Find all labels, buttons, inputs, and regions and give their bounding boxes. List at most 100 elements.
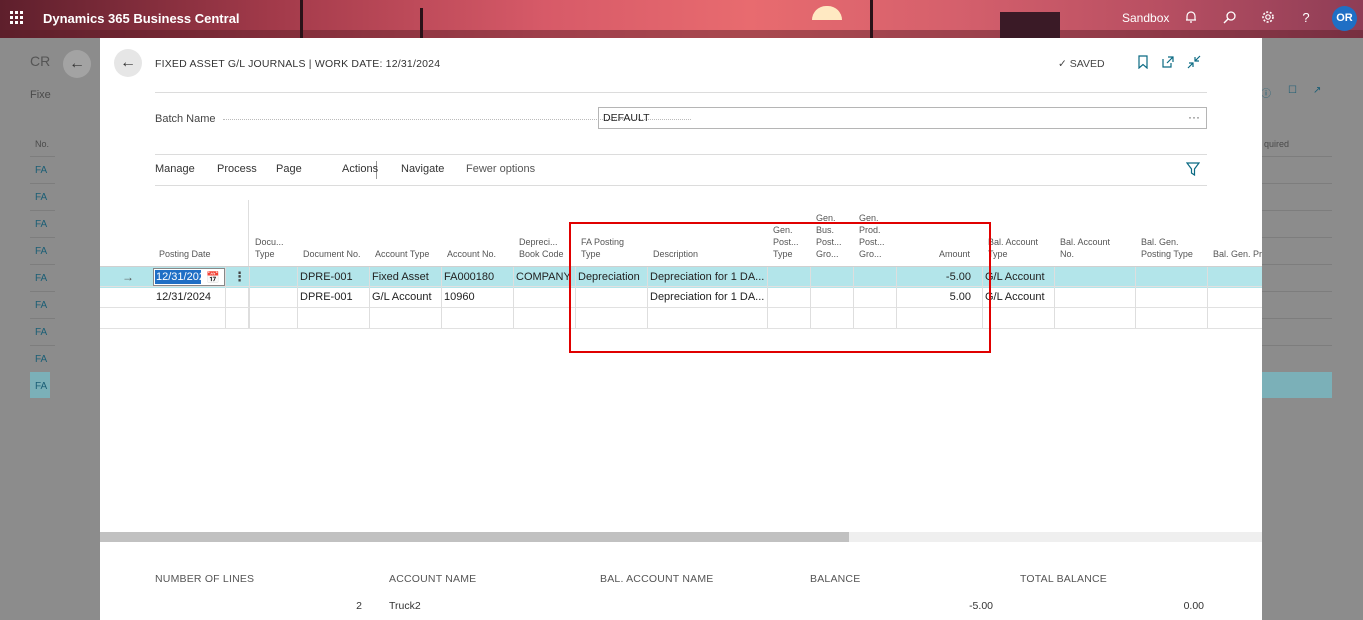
grid-divider — [297, 267, 298, 328]
header-background-palm — [870, 0, 873, 38]
account-name-label: ACCOUNT NAME — [389, 573, 477, 585]
actions-divider-bottom — [155, 185, 1207, 186]
column-header-document-no[interactable]: Document No. — [303, 248, 361, 260]
cell-account-type[interactable]: Fixed Asset — [369, 267, 441, 288]
batch-name-label: Batch Name — [155, 113, 216, 125]
balance-value: -5.00 — [969, 600, 993, 612]
total-balance-value: 0.00 — [1183, 600, 1204, 612]
batch-name-lookup-button[interactable]: ··· — [1188, 110, 1200, 124]
saved-label: SAVED — [1069, 58, 1105, 70]
number-of-lines-value: 2 — [356, 600, 362, 612]
total-balance-label: TOTAL BALANCE — [1020, 573, 1108, 585]
cell-document-no[interactable]: DPRE-001 — [297, 267, 369, 288]
header-background-sun — [812, 6, 842, 20]
cell-depreciation-book[interactable]: COMPANY — [513, 267, 575, 288]
action-manage[interactable]: Manage — [155, 163, 195, 175]
account-name-value: Truck2 — [389, 600, 421, 612]
action-navigate[interactable]: Navigate — [401, 163, 444, 175]
fa-gl-journal-dialog: ← FIXED ASSET G/L JOURNALS | WORK DATE: … — [100, 38, 1262, 620]
collapse-icon[interactable] — [1186, 55, 1202, 71]
search-icon[interactable] — [1222, 10, 1238, 26]
cell-posting-date[interactable]: 12/31/2024 — [153, 287, 225, 308]
cell-bal-account-type[interactable]: G/L Account — [982, 287, 1054, 308]
posting-date-input[interactable]: 12/31/2024 📅 — [153, 268, 225, 286]
action-page[interactable]: Page — [276, 163, 302, 175]
row-indicator-arrow-icon: → — [122, 270, 134, 284]
background-info-icon: ⓘ — [1261, 89, 1271, 100]
batch-name-value: DEFAULT — [603, 112, 650, 124]
page-title: FIXED ASSET G/L JOURNALS | WORK DATE: 12… — [155, 58, 441, 70]
background-page-subtitle: Fixe — [30, 89, 51, 101]
column-header-account-type[interactable]: Account Type — [375, 248, 433, 260]
action-fewer-options[interactable]: Fewer options — [466, 163, 535, 175]
user-avatar[interactable]: OR — [1332, 6, 1357, 31]
background-row: FA — [35, 327, 48, 338]
grid-divider — [369, 267, 370, 328]
cell-document-type[interactable] — [249, 287, 297, 308]
calendar-icon[interactable]: 📅 — [206, 271, 220, 284]
environment-label: Sandbox — [1122, 11, 1170, 25]
cell-document-no[interactable]: DPRE-001 — [297, 287, 369, 308]
column-header-document-type[interactable]: Docu... Type — [255, 236, 289, 260]
bal-account-name-label: BAL. ACCOUNT NAME — [600, 573, 714, 585]
row-actions-kebab-icon[interactable]: ⋮ — [233, 267, 246, 287]
background-back-icon: ← — [63, 50, 91, 78]
back-button[interactable]: ← — [114, 49, 142, 77]
checkmark-icon: ✓ — [1058, 58, 1067, 70]
action-process[interactable]: Process — [217, 163, 257, 175]
batch-name-field[interactable]: DEFAULT ··· — [598, 107, 1207, 129]
action-actions[interactable]: Actions — [342, 163, 378, 175]
cell-depreciation-book[interactable] — [513, 287, 575, 308]
filter-icon[interactable] — [1185, 162, 1202, 178]
header-background-horizon — [0, 30, 1363, 38]
grid-divider — [225, 267, 226, 328]
actions-divider-top — [155, 154, 1207, 155]
background-row: FA — [35, 381, 48, 392]
column-header-bal-gen-prod-posting-group[interactable]: Bal. Gen. Prod. Posting Gro... — [1213, 248, 1262, 260]
highlight-annotation-box — [569, 222, 991, 353]
balance-label: BALANCE — [810, 573, 861, 585]
gear-icon[interactable] — [1260, 10, 1276, 26]
background-row: FA — [35, 246, 48, 257]
app-title[interactable]: Dynamics 365 Business Central — [43, 11, 240, 26]
open-new-window-icon[interactable] — [1160, 55, 1176, 71]
column-header-depreciation-book[interactable]: Depreci... Book Code — [519, 236, 569, 260]
background-collapse-icon: ↗ — [1313, 85, 1322, 96]
bookmark-icon[interactable] — [1135, 55, 1151, 71]
background-column-header: No. — [35, 139, 50, 149]
cell-account-type[interactable]: G/L Account — [369, 287, 441, 308]
background-row: FA — [35, 300, 48, 311]
header-divider — [155, 92, 1207, 93]
background-selected-row-right — [1262, 372, 1332, 398]
background-page-title: CR — [30, 53, 51, 69]
column-header-bal-account-type[interactable]: Bal. Account Type — [988, 236, 1050, 260]
grid-divider — [1135, 267, 1136, 328]
number-of-lines-label: NUMBER OF LINES — [155, 573, 255, 585]
background-row: FA — [35, 273, 48, 284]
background-bookmark-icon: ☐ — [1288, 85, 1297, 96]
background-row: FA — [35, 165, 48, 176]
background-row: FA — [35, 192, 48, 203]
posting-date-value: 12/31/2024 — [155, 270, 201, 284]
column-header-bal-account-no[interactable]: Bal. Account No. — [1060, 236, 1122, 260]
background-row: FA — [35, 354, 48, 365]
cell-document-type[interactable] — [249, 267, 297, 288]
column-header-account-no[interactable]: Account No. — [447, 248, 511, 260]
grid-divider — [1054, 267, 1055, 328]
header-background-palm — [420, 8, 423, 38]
app-launcher-icon[interactable] — [10, 11, 24, 25]
column-header-posting-date[interactable]: Posting Date — [159, 248, 229, 260]
bell-icon[interactable] — [1183, 10, 1199, 26]
header-background-palm — [300, 0, 303, 38]
saved-status: ✓ SAVED — [1058, 58, 1105, 70]
cell-account-no[interactable]: FA000180 — [441, 267, 513, 288]
cell-account-no[interactable]: 10960 — [441, 287, 513, 308]
column-header-bal-gen-posting-type[interactable]: Bal. Gen. Posting Type — [1141, 236, 1203, 260]
help-icon[interactable]: ? — [1298, 10, 1314, 26]
cell-bal-account-type[interactable]: G/L Account — [982, 267, 1054, 288]
background-right-header: quired — [1264, 139, 1290, 149]
horizontal-scrollbar-thumb[interactable] — [100, 532, 849, 542]
grid-divider — [513, 267, 514, 328]
grid-divider — [249, 267, 250, 328]
header-background-tower — [1000, 12, 1060, 38]
